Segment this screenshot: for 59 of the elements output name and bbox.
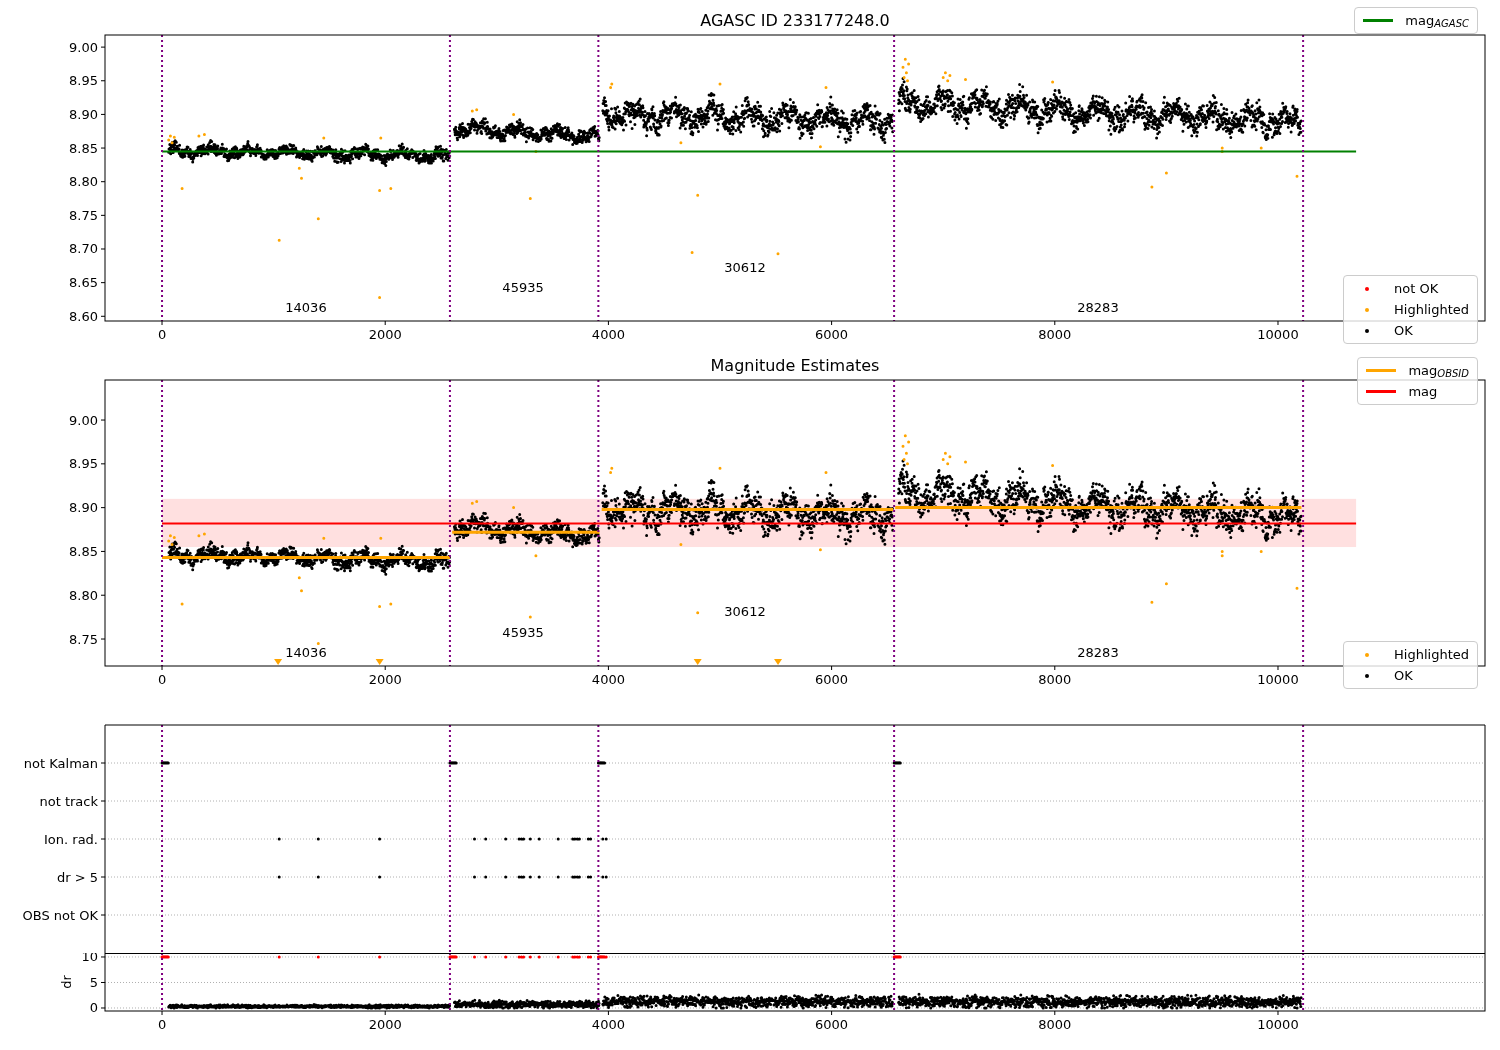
y-tick-label: 8.65 [69,275,98,291]
x-tick-label: 6000 [815,672,849,687]
y-tick-label: 8.90 [69,500,98,516]
x-tick-label: 2000 [368,327,402,342]
y-tick-label: 8.80 [69,587,98,603]
y-tick-label: 0 [89,1000,98,1016]
legend-label: mag$_{AGASC}$ [1405,11,1469,31]
y-tick-label: 9.00 [69,39,98,55]
y-tick-label: 5 [89,975,98,990]
y-tick-label: 8.95 [69,73,98,89]
legend-label: OK [1394,321,1413,340]
legend-label: Highlighted [1394,300,1469,319]
x-tick-label: 0 [157,672,167,687]
chart-title: Magnitude Estimates [710,356,880,375]
y-tick-label: 8.85 [69,543,98,559]
x-tick-label: 10000 [1257,327,1299,342]
x-tick-label: 6000 [815,1017,849,1032]
y-tick-label: 8.70 [69,241,98,257]
obsid-label: 45935 [502,624,544,640]
legend-label: mag [1408,382,1438,401]
y-tick-label: 8.75 [69,207,98,223]
flag-row-label: Ion. rad. [44,831,98,847]
y-axis-label: dr [58,975,74,989]
flag-row-label: OBS not OK [22,907,98,923]
flag-row-label: not track [39,793,98,809]
obsid-label: 28283 [1077,300,1119,316]
obsid-label: 14036 [285,300,327,316]
obsid-label: 45935 [502,279,544,295]
x-tick-label: 0 [157,327,167,342]
legend-label: OK [1394,666,1413,685]
x-tick-label: 8000 [1038,672,1072,687]
y-tick-label: 8.95 [69,456,98,472]
y-tick-label: 8.80 [69,174,98,190]
x-tick-label: 6000 [815,327,849,342]
flag-row-label: not Kalman [23,755,98,771]
x-tick-label: 2000 [368,1017,402,1032]
y-tick-label: 8.60 [69,308,98,324]
legend-label: mag$_{OBSID}$ [1408,361,1469,381]
obsid-label: 30612 [724,604,766,620]
x-tick-label: 0 [157,1017,167,1032]
obsid-label: 14036 [285,644,327,660]
y-tick-label: 9.00 [69,412,98,428]
legend-label: not OK [1394,279,1439,298]
x-tick-label: 2000 [368,672,402,687]
flag-row-label: dr > 5 [56,869,98,885]
x-tick-label: 10000 [1257,1017,1299,1032]
x-tick-label: 8000 [1038,1017,1072,1032]
legend-label: Highlighted [1394,645,1469,664]
obsid-label: 28283 [1077,644,1119,660]
x-tick-label: 4000 [591,1017,625,1032]
x-tick-label: 4000 [591,672,625,687]
obsid-label: 30612 [724,259,766,275]
x-tick-label: 8000 [1038,327,1072,342]
x-tick-label: 4000 [591,327,625,342]
y-tick-label: 8.85 [69,140,98,156]
y-tick-label: 8.90 [69,106,98,122]
chart-title: AGASC ID 233177248.0 [700,11,890,30]
x-tick-label: 10000 [1257,672,1299,687]
y-tick-label: 8.75 [69,631,98,647]
